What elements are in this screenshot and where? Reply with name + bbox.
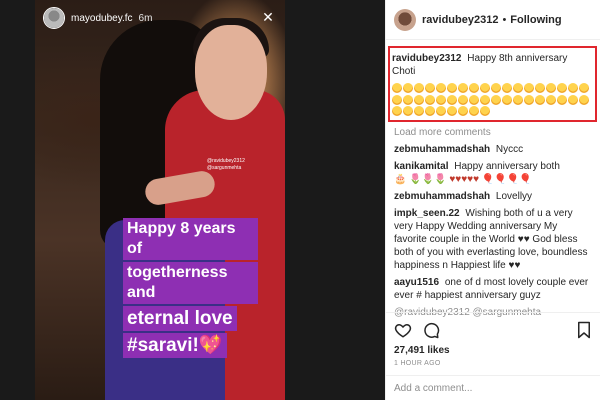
comment-username[interactable]: zebmuhammadshah bbox=[394, 191, 490, 202]
comment-username[interactable]: ravidubey2312 bbox=[392, 53, 462, 64]
smiley-emoji-icon bbox=[524, 83, 534, 94]
smiley-emoji-icon bbox=[425, 105, 435, 116]
post-actions: 27,491 likes 1 HOUR AGO bbox=[386, 312, 600, 367]
comment-emoji-line: 🎂 🌷🌷🌷 ♥♥♥♥♥ 🎈🎈🎈🎈 bbox=[394, 173, 532, 185]
smiley-emoji-icon bbox=[392, 94, 402, 105]
smiley-emoji-icon bbox=[502, 94, 512, 105]
story-caption-line: togetherness and bbox=[123, 262, 258, 304]
comment: impk_seen.22 Wishing both of u a very ve… bbox=[394, 207, 592, 272]
post-panel: ravidubey2312 • Following ravidubey2312 … bbox=[385, 0, 600, 400]
smiley-emoji-icon bbox=[403, 83, 413, 94]
smiley-emoji-icon bbox=[513, 94, 523, 105]
smiley-emoji-icon bbox=[447, 94, 457, 105]
smiley-emoji-icon bbox=[513, 83, 523, 94]
comment: aayu1516 one of d most lovely couple eve… bbox=[394, 276, 592, 302]
smiley-emoji-icon bbox=[546, 83, 556, 94]
comment: kanikamital Happy anniversary both 🎂 🌷🌷🌷… bbox=[394, 160, 592, 186]
smiley-emoji-icon bbox=[568, 83, 578, 94]
smiley-emoji-icon bbox=[535, 83, 545, 94]
comment-icon[interactable] bbox=[422, 321, 440, 339]
story-header: mayodubey.fc 6m bbox=[35, 0, 285, 36]
highlighted-caption: ravidubey2312 Happy 8th anniversary Chot… bbox=[388, 46, 597, 122]
smiley-emoji-icon bbox=[480, 83, 490, 94]
smiley-emoji-icon bbox=[436, 105, 446, 116]
smiley-emoji-icon bbox=[414, 83, 424, 94]
following-button[interactable]: Following bbox=[510, 14, 561, 26]
smiley-emoji-icon bbox=[524, 94, 534, 105]
comment-text: Nyccc bbox=[495, 143, 524, 155]
comments-list[interactable]: ravidubey2312 Happy 8th anniversary Chot… bbox=[386, 40, 600, 318]
smiley-emoji-icon bbox=[403, 105, 413, 116]
smiley-emoji-icon bbox=[436, 94, 446, 105]
smiley-emoji-icon bbox=[480, 94, 490, 105]
story-avatar[interactable] bbox=[43, 7, 65, 29]
smiley-emoji-icon bbox=[568, 94, 578, 105]
smiley-emoji-icon bbox=[447, 105, 457, 116]
smiley-emoji-icon bbox=[546, 94, 556, 105]
smiley-emoji-icon bbox=[414, 105, 424, 116]
smiley-emoji-icon bbox=[579, 94, 589, 105]
smiley-emoji-icon bbox=[469, 105, 479, 116]
smiley-emoji-icon bbox=[502, 83, 512, 94]
smiley-emoji-icon bbox=[458, 83, 468, 94]
save-icon[interactable] bbox=[575, 321, 593, 339]
smiley-emoji-icon bbox=[557, 83, 567, 94]
story-caption-line: eternal love bbox=[123, 306, 237, 331]
story-caption-line: Happy 8 years of bbox=[123, 218, 258, 260]
separator-dot: • bbox=[502, 13, 507, 26]
smiley-emoji-icon bbox=[392, 105, 402, 116]
smiley-emoji-icon bbox=[425, 83, 435, 94]
likes-count[interactable]: 27,491 likes bbox=[394, 345, 593, 356]
post-avatar[interactable] bbox=[394, 8, 416, 31]
comment-username[interactable]: impk_seen.22 bbox=[394, 208, 460, 219]
smiley-emoji-icon bbox=[579, 83, 589, 94]
story-caption-hashtag: #saravi!💖 bbox=[123, 333, 227, 358]
story-tag-line: @ravidubey2312 bbox=[207, 158, 245, 164]
smiley-emoji-icon bbox=[535, 94, 545, 105]
smiley-emoji-icon bbox=[469, 83, 479, 94]
smiley-emoji-icon bbox=[469, 94, 479, 105]
smiley-emoji-icon bbox=[480, 105, 490, 116]
story-tag-stamp: @ravidubey2312 @sargunmehta bbox=[207, 158, 261, 172]
comment-username[interactable]: kanikamital bbox=[394, 161, 448, 172]
photo-man-face bbox=[195, 25, 267, 120]
action-icons bbox=[394, 319, 593, 341]
smiley-emoji-icon bbox=[458, 94, 468, 105]
heart-icon: 💖 bbox=[198, 335, 223, 356]
story-caption: Happy 8 years of togetherness and eterna… bbox=[123, 218, 258, 360]
smiley-emoji-icon bbox=[403, 94, 413, 105]
add-comment-input[interactable]: Add a comment... bbox=[386, 375, 600, 400]
comment: zebmuhammadshah Lovellyy bbox=[394, 190, 592, 203]
smiley-emoji-icon bbox=[425, 94, 435, 105]
smiley-emoji-icon bbox=[414, 94, 424, 105]
close-icon[interactable]: ✕ bbox=[261, 10, 275, 24]
comment-username[interactable]: zebmuhammadshah bbox=[394, 144, 490, 155]
emoji-row bbox=[392, 82, 591, 116]
post-header: ravidubey2312 • Following bbox=[386, 0, 600, 40]
post-timestamp: 1 HOUR AGO bbox=[394, 360, 441, 367]
story-username[interactable]: mayodubey.fc bbox=[71, 13, 133, 24]
comment-text: Happy anniversary both bbox=[454, 160, 560, 172]
smiley-emoji-icon bbox=[557, 94, 567, 105]
story-image[interactable]: mayodubey.fc 6m ✕ @ravidubey2312 @sargun… bbox=[35, 0, 285, 400]
smiley-emoji-icon bbox=[491, 94, 501, 105]
story-time: 6m bbox=[138, 12, 153, 24]
comment-username[interactable]: aayu1516 bbox=[394, 277, 439, 288]
comment: zebmuhammadshah Nyccc bbox=[394, 143, 592, 156]
load-more-comments-link[interactable]: Load more comments bbox=[394, 127, 592, 138]
post-username[interactable]: ravidubey2312 bbox=[422, 14, 498, 26]
smiley-emoji-icon bbox=[491, 83, 501, 94]
smiley-emoji-icon bbox=[436, 83, 446, 94]
smiley-emoji-icon bbox=[392, 83, 402, 94]
smiley-emoji-icon bbox=[458, 105, 468, 116]
comment-text: Lovellyy bbox=[495, 190, 533, 202]
smiley-emoji-icon bbox=[447, 83, 457, 94]
story-tag-line: @sargunmehta bbox=[207, 165, 242, 171]
heart-icon[interactable] bbox=[394, 321, 412, 339]
